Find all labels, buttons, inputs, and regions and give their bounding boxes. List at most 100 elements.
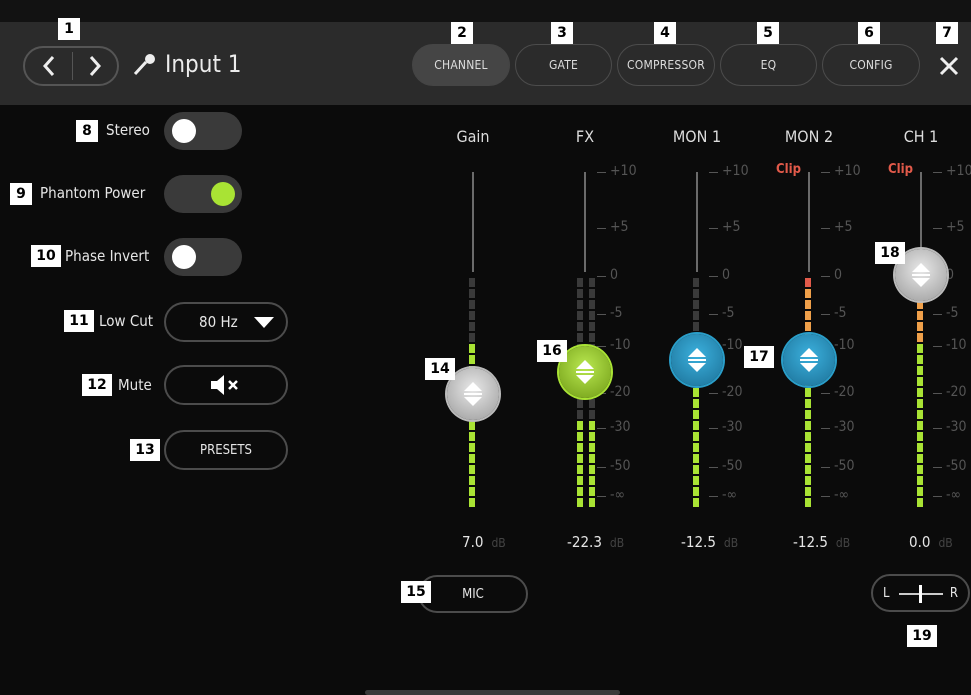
- meter-segment: [917, 454, 923, 463]
- scale-label: -5: [722, 305, 735, 321]
- scale-tick: [597, 228, 606, 229]
- stereo-toggle[interactable]: [164, 112, 242, 150]
- stereo-label: Stereo: [106, 121, 150, 139]
- meter-segment: [589, 498, 595, 507]
- scale-label: -50: [834, 458, 855, 474]
- clip-indicator-mon2: Clip: [776, 162, 801, 177]
- horizontal-scrollbar[interactable]: [365, 690, 620, 695]
- meter-segment: [805, 278, 811, 287]
- meter-segment: [917, 311, 923, 320]
- meter-segment: [469, 278, 475, 287]
- meter-segment: [589, 454, 595, 463]
- scale-tick: [709, 314, 718, 315]
- meter-segment: [917, 322, 923, 331]
- scale-tick: [933, 314, 942, 315]
- meter-segment: [577, 443, 583, 452]
- meter-segment: [589, 311, 595, 320]
- fader-track-mon2: [808, 172, 810, 272]
- scale-label: -20: [722, 384, 743, 400]
- up-down-arrows-icon: [800, 348, 818, 372]
- meter-segment: [917, 399, 923, 408]
- scale-label: +5: [946, 219, 965, 235]
- meter-segment: [589, 432, 595, 441]
- scale-label: -5: [610, 305, 623, 321]
- scale-tick: [709, 393, 718, 394]
- clip-indicator-ch1: Clip: [888, 162, 913, 177]
- scale-tick: [933, 228, 942, 229]
- next-channel-button[interactable]: [81, 54, 107, 78]
- pan-control[interactable]: L R: [871, 574, 970, 612]
- meter-segment: [577, 476, 583, 485]
- scale-tick: [597, 172, 606, 173]
- scale-label: 0: [610, 267, 619, 283]
- callout-badge: 9: [10, 183, 32, 205]
- scale-label: -50: [722, 458, 743, 474]
- fader-track-mon1: [696, 172, 698, 272]
- meter-segment: [589, 487, 595, 496]
- scale-label: -50: [610, 458, 631, 474]
- callout-badge: 4: [654, 22, 676, 44]
- meter-segment: [577, 322, 583, 331]
- meter-segment: [805, 399, 811, 408]
- meter-segment: [577, 487, 583, 496]
- meter-segment: [805, 311, 811, 320]
- meter-segment: [469, 421, 475, 430]
- meter-segment: [693, 443, 699, 452]
- meter-segment: [577, 278, 583, 287]
- scale-tick: [821, 276, 830, 277]
- fader-handle-mon2[interactable]: [783, 334, 835, 386]
- meter-segment: [693, 476, 699, 485]
- scale-tick: [933, 467, 942, 468]
- meter-segment: [805, 476, 811, 485]
- mute-button[interactable]: [164, 365, 288, 405]
- scale-label: +5: [610, 219, 629, 235]
- speaker-mute-icon: [211, 375, 238, 395]
- scale-label: -30: [946, 419, 967, 435]
- fader-track-gain: [472, 172, 474, 272]
- meter-segment: [805, 322, 811, 331]
- prev-channel-button[interactable]: [37, 54, 63, 78]
- fx-value: -22.3 dB: [567, 533, 625, 551]
- scale-label: -50: [946, 458, 967, 474]
- presets-button[interactable]: PRESETS: [164, 430, 288, 470]
- callout-badge: 5: [757, 22, 779, 44]
- meter-segment: [917, 333, 923, 342]
- tab-channel[interactable]: CHANNEL: [412, 44, 510, 86]
- callout-badge: 6: [858, 22, 880, 44]
- tab-config[interactable]: CONFIG: [822, 44, 920, 86]
- meter-segment: [693, 421, 699, 430]
- meter-segment: [577, 498, 583, 507]
- tab-compressor[interactable]: COMPRESSOR: [617, 44, 715, 86]
- meter-segment: [589, 333, 595, 342]
- close-icon[interactable]: [938, 55, 960, 77]
- meter-segment: [469, 432, 475, 441]
- callout-badge: 18: [875, 242, 905, 264]
- meter-segment: [469, 344, 475, 353]
- meter-segment: [693, 487, 699, 496]
- meter-segment: [917, 300, 923, 309]
- phantom-power-toggle[interactable]: [164, 175, 242, 213]
- meter-segment: [469, 355, 475, 364]
- scale-tick: [821, 496, 830, 497]
- up-down-arrows-icon: [688, 348, 706, 372]
- low-cut-select[interactable]: 80 Hz: [164, 302, 288, 342]
- phase-invert-toggle[interactable]: [164, 238, 242, 276]
- fader-handle-mon1[interactable]: [671, 334, 723, 386]
- pan-slider-handle[interactable]: [919, 585, 922, 603]
- tab-gate[interactable]: GATE: [515, 44, 612, 86]
- scale-label: 0: [722, 267, 731, 283]
- meter-segment: [917, 377, 923, 386]
- meter-segment: [805, 498, 811, 507]
- meter-segment: [589, 322, 595, 331]
- tab-eq[interactable]: EQ: [720, 44, 817, 86]
- meter-segment: [469, 498, 475, 507]
- meter-segment: [917, 421, 923, 430]
- mic-button[interactable]: MIC: [418, 575, 528, 613]
- channel-name-mon1: MON 1: [672, 127, 722, 146]
- scale-label: +10: [610, 163, 637, 179]
- meter-segment: [469, 300, 475, 309]
- channel-name-fx: FX: [575, 127, 595, 146]
- meter-segment: [577, 465, 583, 474]
- meter-segment: [917, 498, 923, 507]
- input-name[interactable]: Input 1: [165, 50, 242, 78]
